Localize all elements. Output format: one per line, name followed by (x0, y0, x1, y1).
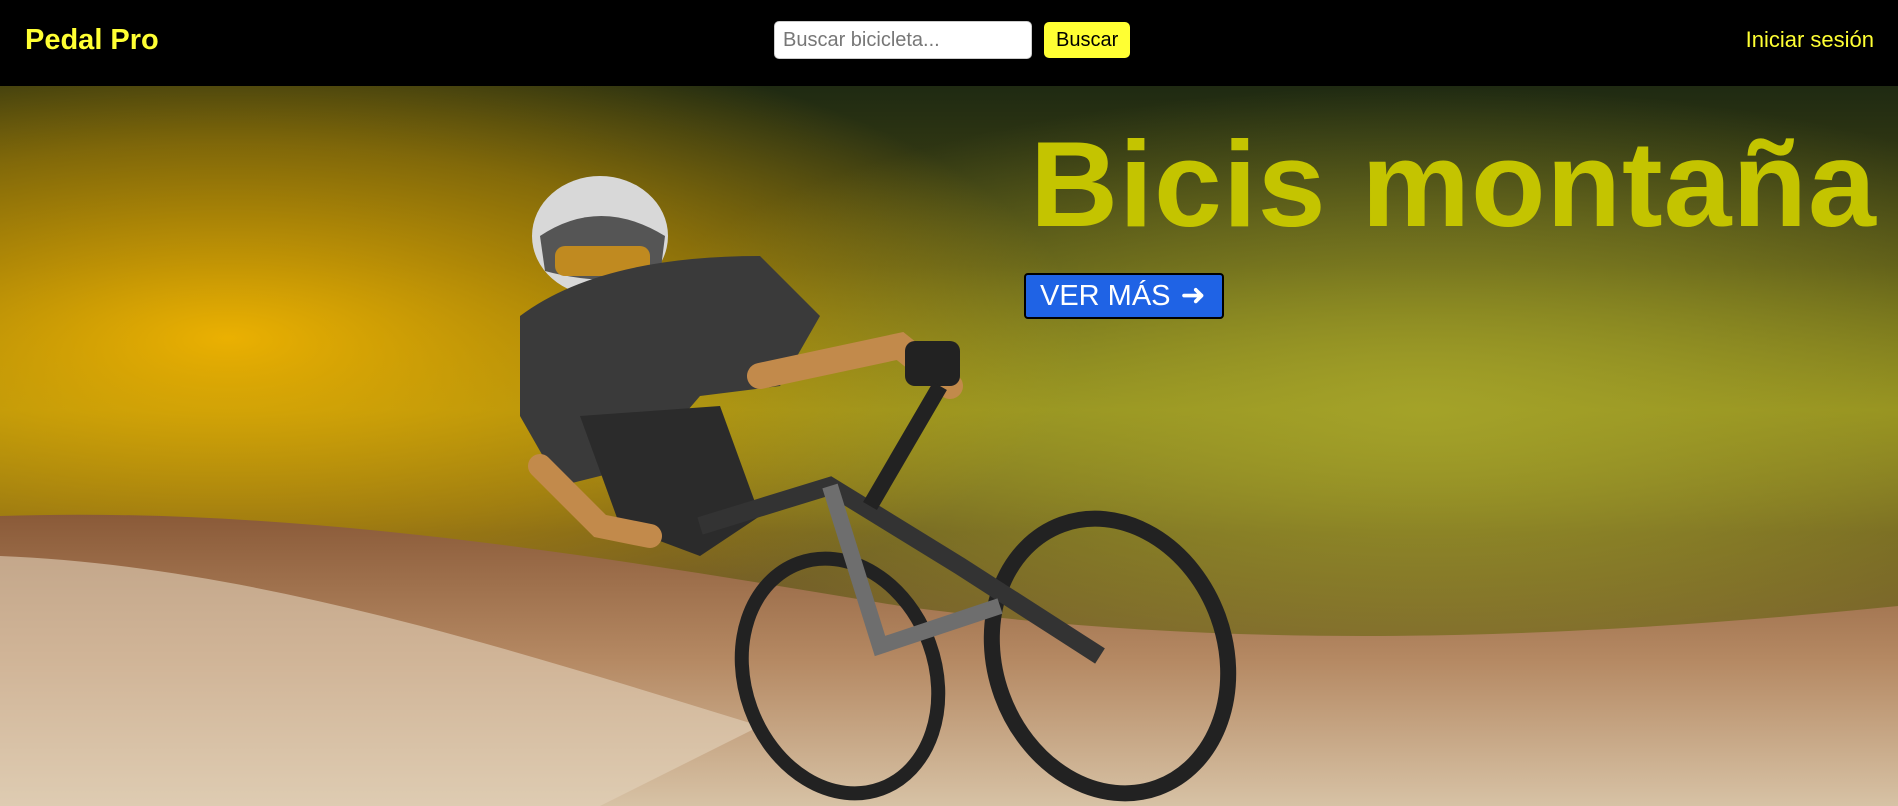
top-navbar: Pedal Pro Buscar Iniciar sesión (0, 0, 1898, 86)
search-input[interactable] (774, 21, 1032, 59)
hero-title: Bicis montaña (1030, 116, 1877, 252)
ver-mas-button[interactable]: VER MÁS ➜ (1024, 273, 1224, 319)
search-form: Buscar (774, 21, 1131, 59)
cta-label: VER MÁS (1040, 280, 1171, 312)
login-link[interactable]: Iniciar sesión (1746, 26, 1874, 54)
hero-banner: Bicis montaña VER MÁS ➜ (0, 86, 1898, 806)
search-button[interactable]: Buscar (1044, 22, 1131, 58)
brand-logo[interactable]: Pedal Pro (25, 22, 159, 58)
arrow-right-icon: ➜ (1180, 279, 1206, 312)
